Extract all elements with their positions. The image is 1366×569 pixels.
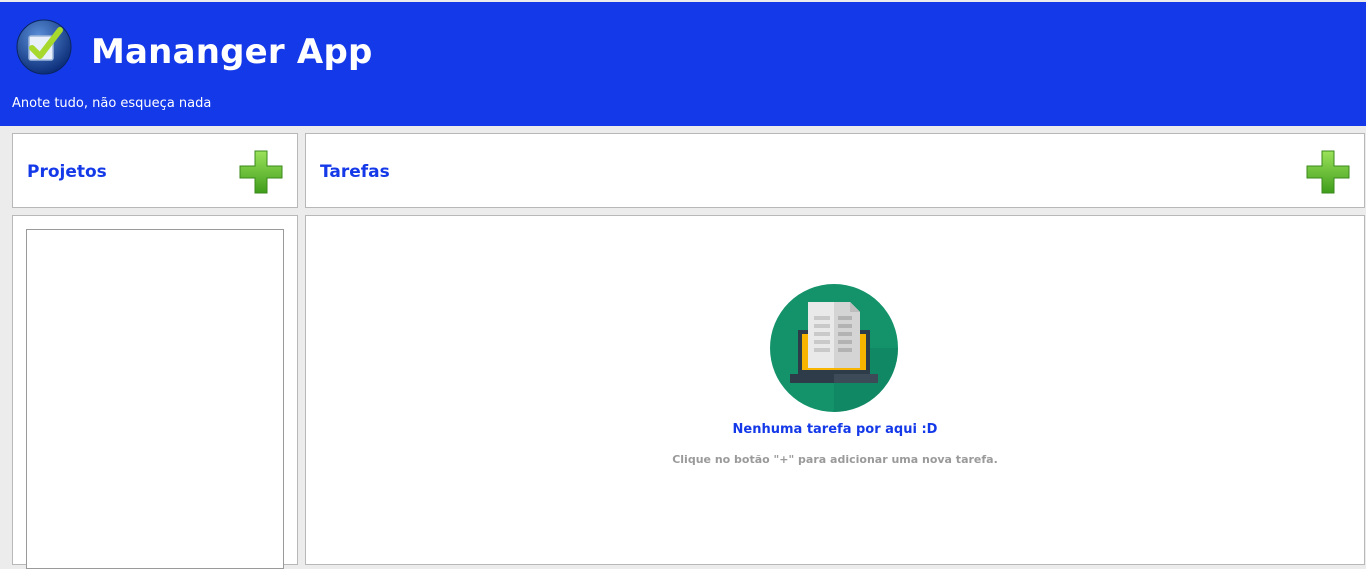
laptop-document-icon	[770, 284, 898, 412]
tasks-content-panel: Nenhuma tarefa por aqui :D Clique no bot…	[305, 215, 1365, 565]
add-project-button[interactable]	[238, 149, 284, 195]
app-header: Mananger App Anote tudo, não esqueça nad…	[0, 2, 1366, 126]
app-title: Mananger App	[91, 32, 373, 72]
projects-list-panel	[12, 215, 298, 569]
empty-tasks-title: Nenhuma tarefa por aqui :D	[732, 422, 938, 437]
projects-header-panel: Projetos	[12, 133, 298, 208]
app-subtitle: Anote tudo, não esqueça nada	[12, 96, 212, 111]
tasks-header-panel: Tarefas	[305, 133, 1365, 208]
projects-title: Projetos	[27, 162, 107, 182]
projects-list[interactable]	[26, 229, 284, 569]
add-task-button[interactable]	[1305, 149, 1351, 195]
tasks-title: Tarefas	[320, 162, 390, 182]
checkbox-check-icon	[16, 19, 72, 75]
empty-tasks-hint: Clique no botão "+" para adicionar uma n…	[672, 453, 998, 466]
